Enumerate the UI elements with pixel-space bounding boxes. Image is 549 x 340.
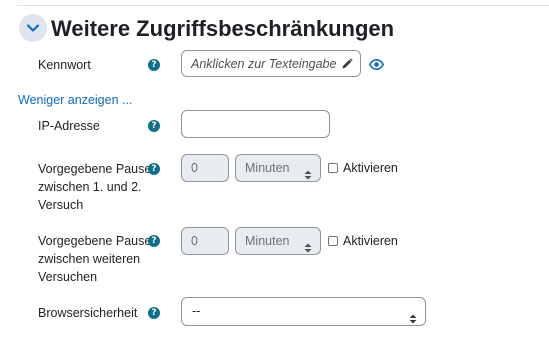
delay2-label: Vorgegebene Pause zwischen weiteren Vers… [38, 234, 152, 284]
delay2-value-input[interactable]: 0 [181, 227, 229, 255]
delay1-value-input[interactable]: 0 [181, 154, 229, 182]
section-title: Weitere Zugriffsbeschränkungen [51, 16, 395, 41]
browser-security-label: Browsersicherheit [38, 306, 138, 320]
password-field[interactable]: Anklicken zur Texteingabe [181, 50, 361, 77]
delay2-help-icon[interactable]: ? [148, 235, 160, 247]
password-placeholder: Anklicken zur Texteingabe [191, 56, 337, 71]
show-less-link[interactable]: Weniger anzeigen ... [18, 93, 132, 107]
section-divider [17, 5, 549, 6]
reveal-password-eye-icon[interactable] [368, 57, 385, 75]
ip-address-label: IP-Adresse [38, 119, 100, 133]
browser-security-help-icon[interactable]: ? [148, 307, 160, 319]
delay2-enable-label[interactable]: Aktivieren [343, 233, 398, 249]
delay2-unit-value: Minuten [245, 234, 290, 248]
delay1-enable-label[interactable]: Aktivieren [343, 160, 398, 176]
chevron-down-icon [26, 24, 40, 32]
select-arrows-icon [409, 307, 417, 334]
delay1-unit-value: Minuten [245, 161, 290, 175]
delay2-unit-select[interactable]: Minuten [235, 227, 321, 255]
delay1-help-icon[interactable]: ? [148, 163, 160, 175]
delay1-unit-select[interactable]: Minuten [235, 154, 321, 182]
password-help-icon[interactable]: ? [148, 59, 160, 71]
password-label: Kennwort [38, 58, 91, 72]
delay1-label: Vorgegebene Pause zwischen 1. und 2. Ver… [38, 162, 152, 212]
collapse-section-button[interactable] [19, 14, 47, 42]
ip-address-input[interactable] [181, 110, 330, 138]
browser-security-value: -- [192, 304, 201, 318]
delay2-enable-checkbox[interactable] [328, 236, 338, 246]
pencil-icon [341, 57, 354, 70]
browser-security-select[interactable]: -- [181, 297, 426, 326]
select-arrows-icon [304, 163, 312, 189]
delay1-enable-checkbox[interactable] [328, 163, 338, 173]
ip-address-help-icon[interactable]: ? [148, 120, 160, 132]
select-arrows-icon [304, 236, 312, 262]
